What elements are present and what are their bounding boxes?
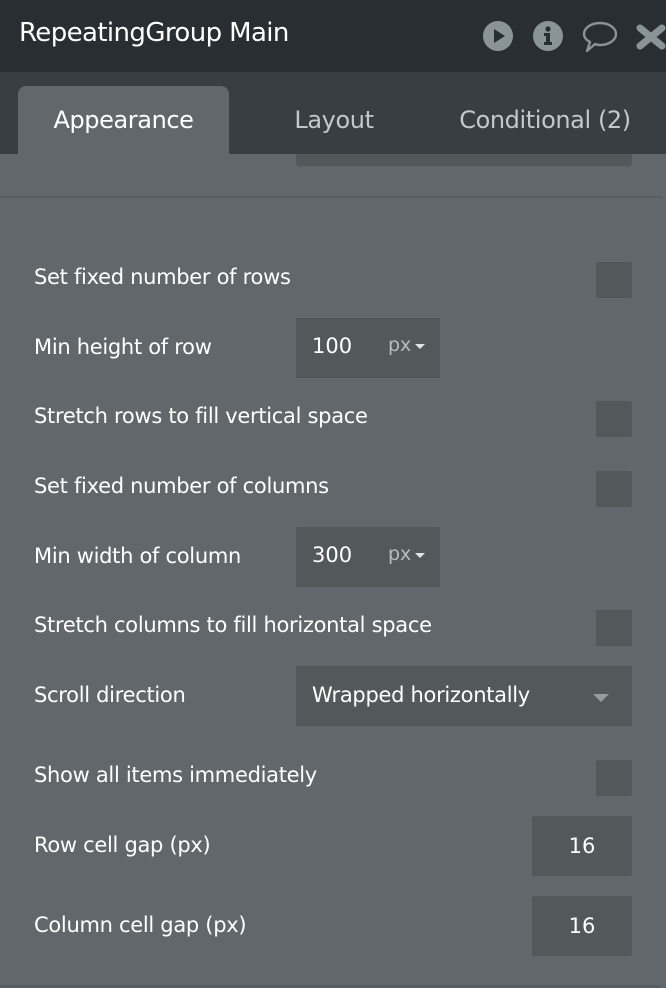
info-icon[interactable] — [532, 20, 564, 52]
min-row-height-input: 100 px — [296, 318, 440, 378]
min-row-height-value[interactable]: 100 — [312, 334, 352, 358]
row-gap-input[interactable]: 16 — [532, 816, 632, 876]
chevron-down-icon — [415, 552, 426, 558]
min-row-height-row: Min height of row 100 px — [0, 318, 666, 378]
play-icon[interactable] — [482, 20, 514, 52]
scroll-direction-row: Scroll direction Wrapped horizontally — [0, 666, 666, 726]
tab-bar: Appearance Layout Conditional (2) — [0, 72, 666, 154]
chevron-down-icon — [415, 343, 426, 349]
fixed-rows-checkbox[interactable] — [596, 262, 632, 298]
stretch-rows-label: Stretch rows to fill vertical space — [34, 404, 368, 428]
min-col-width-input: 300 px — [296, 527, 440, 587]
tab-layout[interactable]: Layout — [254, 86, 414, 154]
panel-title: RepeatingGroup Main — [19, 18, 289, 48]
min-col-width-row: Min width of column 300 px — [0, 527, 666, 587]
min-row-height-unit-select[interactable]: px — [388, 334, 426, 356]
column-gap-row: Column cell gap (px) 16 — [0, 896, 666, 956]
tab-conditional[interactable]: Conditional (2) — [440, 86, 650, 154]
show-all-items-row: Show all items immediately — [0, 760, 666, 796]
min-row-height-label: Min height of row — [34, 335, 212, 359]
min-col-width-value[interactable]: 300 — [312, 543, 352, 567]
column-gap-input[interactable]: 16 — [532, 896, 632, 956]
stretch-columns-checkbox[interactable] — [596, 610, 632, 646]
stretch-columns-row: Stretch columns to fill horizontal space — [0, 610, 666, 646]
show-all-items-label: Show all items immediately — [34, 763, 317, 787]
scroll-direction-dropdown[interactable]: Wrapped horizontally — [296, 666, 632, 726]
tab-appearance[interactable]: Appearance — [18, 86, 229, 154]
fixed-rows-row: Set fixed number of rows — [0, 262, 666, 298]
row-gap-label: Row cell gap (px) — [34, 833, 211, 857]
stretch-columns-label: Stretch columns to fill horizontal space — [34, 613, 432, 637]
fixed-columns-label: Set fixed number of columns — [34, 474, 329, 498]
min-col-width-label: Min width of column — [34, 544, 242, 568]
fixed-rows-label: Set fixed number of rows — [34, 265, 291, 289]
comment-icon[interactable] — [581, 20, 619, 53]
scroll-direction-label: Scroll direction — [34, 683, 186, 707]
min-col-width-unit-select[interactable]: px — [388, 543, 426, 565]
fixed-columns-row: Set fixed number of columns — [0, 471, 666, 507]
stretch-rows-checkbox[interactable] — [596, 401, 632, 437]
chevron-down-icon — [593, 694, 609, 702]
close-icon[interactable] — [636, 20, 666, 52]
column-gap-label: Column cell gap (px) — [34, 913, 247, 937]
section-divider — [0, 196, 662, 198]
fixed-columns-checkbox[interactable] — [596, 471, 632, 507]
collapsed-field-remnant — [296, 154, 632, 166]
unit-label: px — [388, 334, 412, 356]
stretch-rows-row: Stretch rows to fill vertical space — [0, 401, 666, 437]
unit-label: px — [388, 543, 412, 565]
show-all-items-checkbox[interactable] — [596, 760, 632, 796]
row-gap-row: Row cell gap (px) 16 — [0, 816, 666, 876]
scroll-direction-value: Wrapped horizontally — [312, 683, 530, 707]
panel-header: RepeatingGroup Main — [0, 0, 666, 72]
